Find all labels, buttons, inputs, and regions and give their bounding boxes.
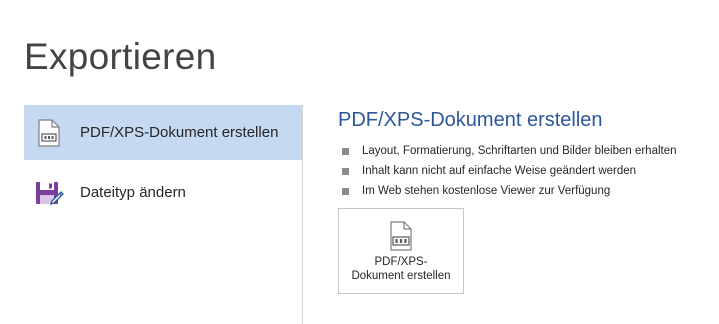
option-create-pdf-xps[interactable]: PDF/XPS-Dokument erstellen xyxy=(24,105,302,160)
pdf-document-icon xyxy=(34,118,64,148)
pane-divider xyxy=(302,105,303,324)
create-button-label: PDF/XPS- Dokument erstellen xyxy=(351,255,450,283)
option-change-filetype[interactable]: Dateityp ändern xyxy=(24,165,302,220)
pdf-document-icon xyxy=(388,221,414,251)
page-title: Exportieren xyxy=(24,36,217,77)
bullet-square-icon xyxy=(342,147,349,155)
bullet-square-icon xyxy=(342,187,349,195)
bullet-text: Layout, Formatierung, Schriftarten und B… xyxy=(362,145,677,157)
create-pdf-xps-button[interactable]: PDF/XPS- Dokument erstellen xyxy=(338,208,464,294)
option-label: Dateityp ändern xyxy=(80,184,186,201)
create-button-label-line1: PDF/XPS- xyxy=(374,256,428,268)
export-page: Exportieren PDF/XPS-Dokument erstellen D… xyxy=(0,0,719,324)
create-button-label-line2: Dokument erstellen xyxy=(351,270,451,282)
list-item: Im Web stehen kostenlose Viewer zur Verf… xyxy=(342,181,677,201)
save-as-filetype-icon xyxy=(34,178,64,208)
bullet-text: Inhalt kann nicht auf einfache Weise geä… xyxy=(362,165,637,177)
list-item: Layout, Formatierung, Schriftarten und B… xyxy=(342,141,677,161)
feature-list: Layout, Formatierung, Schriftarten und B… xyxy=(342,141,677,201)
list-item: Inhalt kann nicht auf einfache Weise geä… xyxy=(342,161,677,181)
option-label: PDF/XPS-Dokument erstellen xyxy=(80,124,279,141)
detail-heading: PDF/XPS-Dokument erstellen xyxy=(338,109,603,131)
bullet-text: Im Web stehen kostenlose Viewer zur Verf… xyxy=(362,185,611,197)
export-options-list: PDF/XPS-Dokument erstellen Dateityp ände… xyxy=(24,105,302,324)
bullet-square-icon xyxy=(342,167,349,175)
